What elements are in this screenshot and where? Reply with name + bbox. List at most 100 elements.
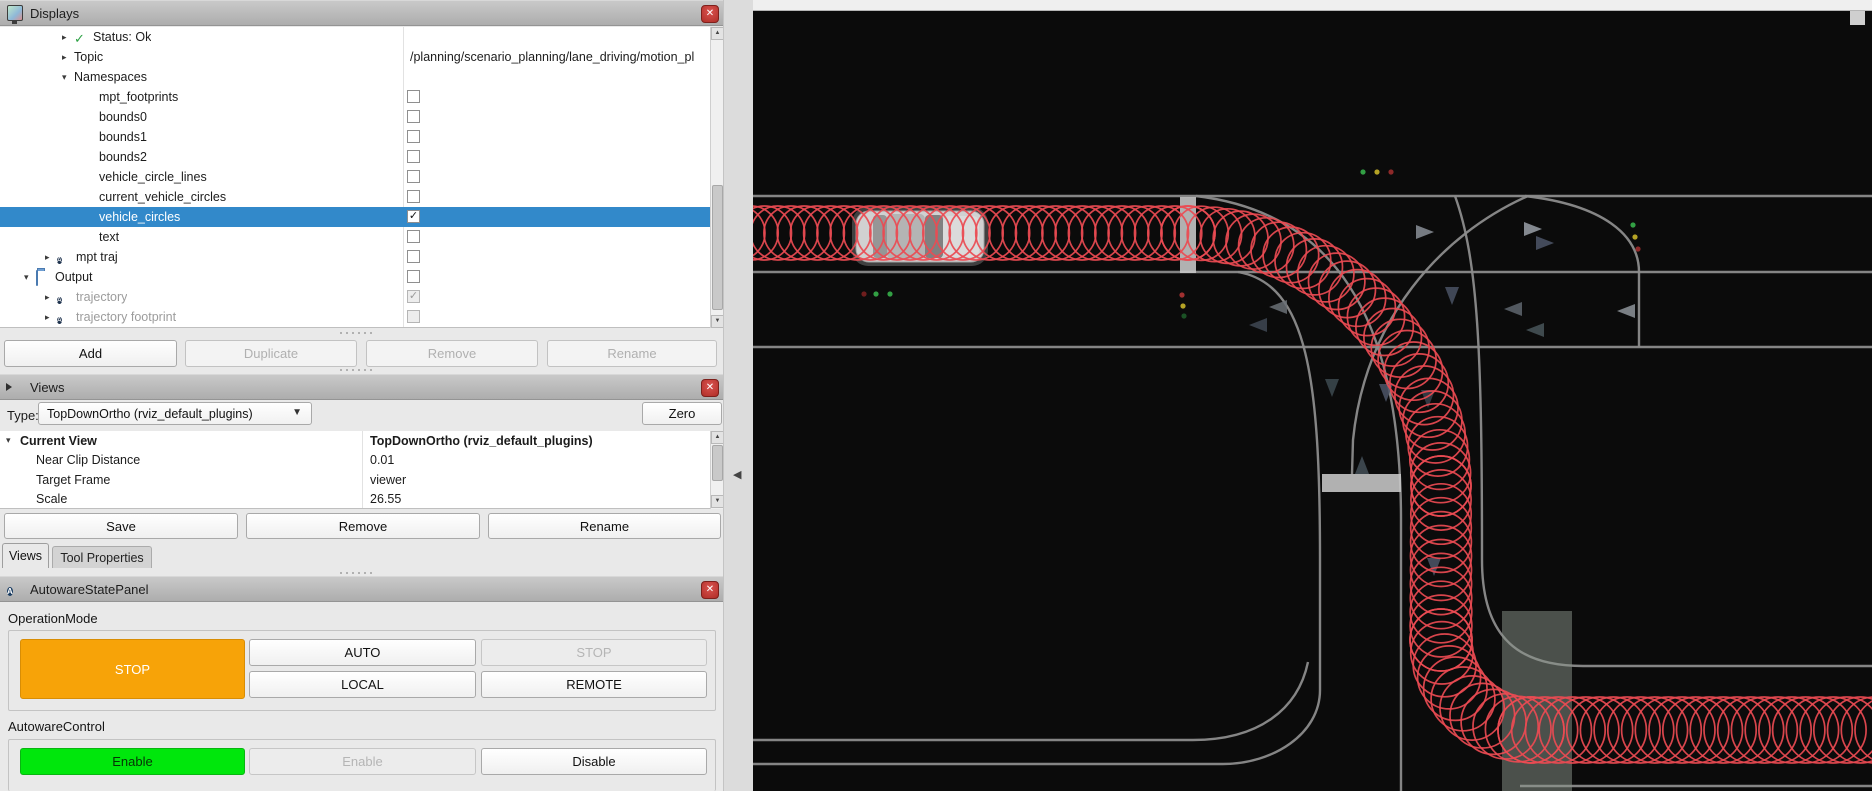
lane-arrow-icon: [1617, 304, 1635, 318]
tree-row-mpt-footprints[interactable]: mpt_footprints: [0, 87, 710, 107]
expander-icon[interactable]: ▸: [45, 292, 57, 303]
view-prop-value[interactable]: TopDownOrtho (rviz_default_plugins): [370, 434, 593, 448]
autoware-panel-titlebar[interactable]: A AutowareStatePanel ✕: [0, 576, 723, 602]
dock-splitter[interactable]: ◀: [723, 0, 753, 791]
tree-row-namespaces[interactable]: ▾Namespaces: [0, 67, 710, 87]
view-prop-scale[interactable]: Scale26.55: [0, 490, 710, 510]
views-tree[interactable]: ▾Current ViewTopDownOrtho (rviz_default_…: [0, 431, 723, 509]
traffic-light-dot: [873, 291, 878, 296]
lane-arrow-icon: [1526, 323, 1544, 337]
duplicate-display-button: Duplicate: [185, 340, 357, 367]
tree-row-bounds2[interactable]: bounds2: [0, 147, 710, 167]
view-prop-near-clip-distance[interactable]: Near Clip Distance0.01: [0, 451, 710, 471]
view-type-dropdown[interactable]: TopDownOrtho (rviz_default_plugins) ▼: [38, 402, 312, 425]
tree-row-current-vehicle-circles[interactable]: current_vehicle_circles: [0, 187, 710, 207]
tree-row-trajectory[interactable]: ▸Atrajectory✓: [0, 287, 710, 307]
namespace-checkbox[interactable]: [407, 150, 420, 163]
tab-tool-properties[interactable]: Tool Properties: [52, 546, 152, 568]
enable-state-button[interactable]: Enable: [20, 748, 245, 775]
tree-row-output[interactable]: ▾Output: [0, 267, 710, 287]
save-view-button[interactable]: Save: [4, 513, 238, 539]
namespace-checkbox[interactable]: [407, 250, 420, 263]
view-prop-value[interactable]: viewer: [370, 473, 406, 487]
namespace-checkbox[interactable]: [407, 130, 420, 143]
traffic-light-dot: [1179, 292, 1184, 297]
remote-button[interactable]: REMOTE: [481, 671, 707, 698]
topic-value[interactable]: /planning/scenario_planning/lane_driving…: [410, 50, 710, 64]
type-label: Type:: [7, 408, 39, 423]
road-lane-line: [1196, 196, 1401, 791]
namespace-checkbox[interactable]: [407, 270, 420, 283]
namespace-checkbox[interactable]: [407, 170, 420, 183]
remove-view-button[interactable]: Remove: [246, 513, 480, 539]
rviz-window: Displays ✕ ▸✓Status: Ok▸Topic/planning/s…: [0, 0, 1872, 791]
namespace-checkbox[interactable]: ✓: [407, 210, 420, 223]
scrollbar-thumb[interactable]: [712, 445, 723, 481]
tree-row-vehicle-circles[interactable]: vehicle_circles ✓: [0, 207, 710, 227]
resize-handle[interactable]: [340, 369, 384, 373]
disable-button[interactable]: Disable: [481, 748, 707, 775]
displays-tree[interactable]: ▸✓Status: Ok▸Topic/planning/scenario_pla…: [0, 27, 723, 328]
rename-view-button[interactable]: Rename: [488, 513, 721, 539]
viewport-canvas[interactable]: [753, 0, 1872, 791]
tree-row-vehicle-circle-lines[interactable]: vehicle_circle_lines: [0, 167, 710, 187]
expander-icon[interactable]: ▸: [45, 312, 57, 323]
trajectory-circle: [1704, 697, 1770, 763]
view-prop-value[interactable]: 0.01: [370, 453, 394, 467]
local-button[interactable]: LOCAL: [249, 671, 476, 698]
tab-views[interactable]: Views: [2, 543, 49, 568]
autoware-logo-icon: A: [7, 581, 23, 597]
lane-arrow-icon: [1445, 287, 1459, 305]
traffic-light-dot: [861, 291, 866, 296]
expander-icon[interactable]: ▾: [24, 272, 36, 283]
trajectory-circle: [1608, 697, 1674, 763]
left-dock: Displays ✕ ▸✓Status: Ok▸Topic/planning/s…: [0, 0, 723, 791]
tree-row-mpt-traj[interactable]: ▸Ampt traj: [0, 247, 710, 267]
expander-icon[interactable]: ▾: [6, 435, 20, 446]
collapse-arrow-icon[interactable]: ◀: [733, 468, 741, 481]
tree-row-bounds1[interactable]: bounds1: [0, 127, 710, 147]
zero-button[interactable]: Zero: [642, 402, 722, 425]
trajectory-circle: [1580, 697, 1646, 763]
stop-state-button[interactable]: STOP: [20, 639, 245, 699]
displays-scrollbar[interactable]: ▲ ▼: [710, 27, 723, 328]
traffic-light-dot: [1630, 222, 1635, 227]
scrollbar-thumb[interactable]: [712, 185, 723, 310]
expander-icon[interactable]: ▸: [62, 32, 74, 43]
displays-titlebar[interactable]: Displays ✕: [0, 0, 723, 26]
views-close-icon[interactable]: ✕: [701, 379, 719, 397]
tree-row-status-ok[interactable]: ▸✓Status: Ok: [0, 27, 710, 47]
add-display-button[interactable]: Add: [4, 340, 177, 367]
auto-button[interactable]: AUTO: [249, 639, 476, 666]
tree-row-trajectory-footprint[interactable]: ▸Atrajectory footprint: [0, 307, 710, 327]
tree-row-label: Namespaces: [74, 70, 147, 84]
display-type-icon: A: [57, 291, 72, 304]
view-prop-target-frame[interactable]: Target Frameviewer: [0, 470, 710, 490]
views-scrollbar[interactable]: ▲ ▼: [710, 431, 723, 509]
tree-row-label: vehicle_circles: [99, 210, 180, 224]
namespace-checkbox[interactable]: [407, 110, 420, 123]
resize-handle[interactable]: [340, 332, 384, 336]
displays-close-icon[interactable]: ✕: [701, 5, 719, 23]
expander-icon[interactable]: ▸: [45, 252, 57, 263]
namespace-checkbox[interactable]: [407, 230, 420, 243]
view-prop-value[interactable]: 26.55: [370, 492, 401, 506]
namespace-checkbox[interactable]: [407, 190, 420, 203]
trajectory-circle: [1800, 697, 1866, 763]
viewport-3d[interactable]: [753, 0, 1872, 791]
namespace-checkbox[interactable]: [407, 90, 420, 103]
expander-icon[interactable]: ▸: [62, 52, 74, 63]
trajectory-circle: [1745, 697, 1811, 763]
tree-row-bounds0[interactable]: bounds0: [0, 107, 710, 127]
views-titlebar[interactable]: Views ✕: [0, 374, 723, 400]
autoware-close-icon[interactable]: ✕: [701, 581, 719, 599]
tree-row-topic[interactable]: ▸Topic/planning/scenario_planning/lane_d…: [0, 47, 710, 67]
road-lane-line: [1455, 196, 1872, 666]
traffic-light-dot: [1360, 169, 1365, 174]
autoware-panel-title: AutowareStatePanel: [30, 582, 149, 597]
namespace-checkbox: ✓: [407, 290, 420, 303]
expander-icon[interactable]: ▾: [62, 72, 74, 83]
tree-row-text[interactable]: text: [0, 227, 710, 247]
tree-row-label: Status: Ok: [93, 30, 151, 44]
view-prop-current-view[interactable]: ▾Current ViewTopDownOrtho (rviz_default_…: [0, 431, 710, 451]
